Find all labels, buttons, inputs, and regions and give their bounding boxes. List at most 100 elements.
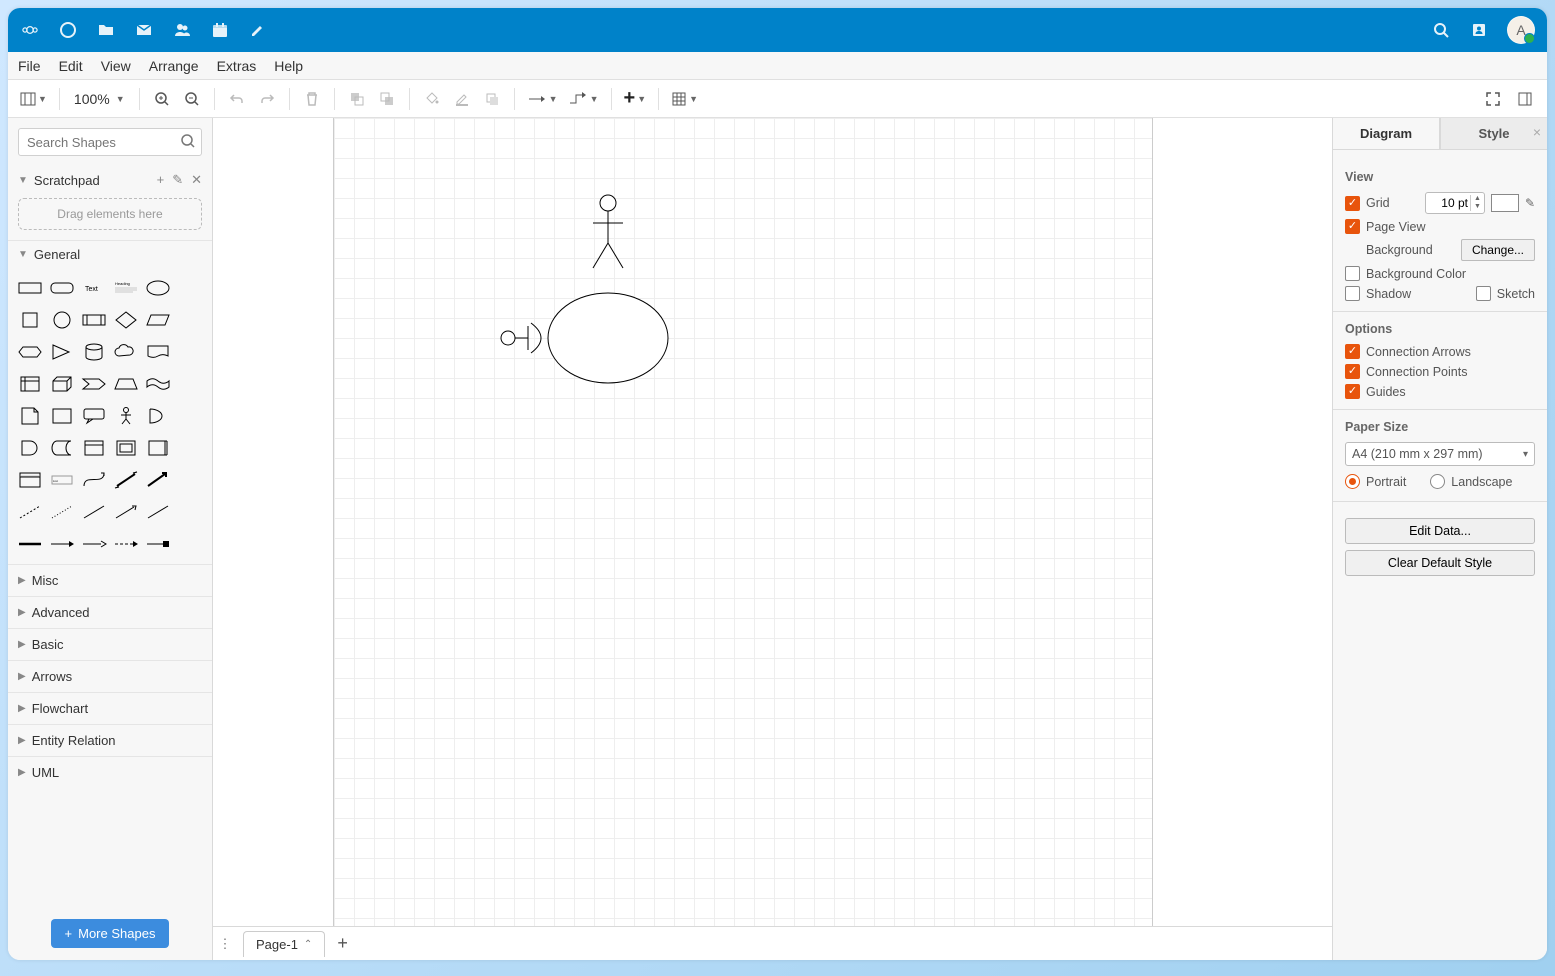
shape-rect[interactable]: [16, 274, 44, 302]
shape-parallelogram[interactable]: [144, 306, 172, 334]
shape-blank7[interactable]: [176, 466, 204, 494]
calendar-icon[interactable]: [210, 20, 230, 40]
shape-frame[interactable]: [112, 434, 140, 462]
close-panel-icon[interactable]: ×: [1533, 124, 1541, 140]
change-background-button[interactable]: Change...: [1461, 239, 1535, 261]
menu-arrange[interactable]: Arrange: [149, 58, 199, 74]
general-header[interactable]: ▼General: [8, 240, 212, 268]
menu-extras[interactable]: Extras: [217, 58, 257, 74]
pages-menu-icon[interactable]: ⋮: [213, 936, 237, 952]
shape-blank3[interactable]: [176, 338, 204, 366]
shape-rounded-rect[interactable]: [48, 274, 76, 302]
shape-hlist[interactable]: List: [48, 466, 76, 494]
zoom-in-icon[interactable]: [148, 85, 176, 113]
shape-textbox[interactable]: Heading: [112, 274, 140, 302]
shape-square[interactable]: [16, 306, 44, 334]
shape-actor[interactable]: [112, 402, 140, 430]
shape-circle[interactable]: [48, 306, 76, 334]
category-flowchart[interactable]: ▶Flowchart: [8, 692, 212, 724]
shape-process[interactable]: [80, 306, 108, 334]
zoom-level[interactable]: 100%▼: [68, 91, 131, 107]
redo-icon[interactable]: [253, 85, 281, 113]
shape-dotted-line[interactable]: [48, 498, 76, 526]
paper-size-select[interactable]: A4 (210 mm x 297 mm)▾: [1345, 442, 1535, 466]
shape-line-arrow[interactable]: [112, 498, 140, 526]
scratchpad-header[interactable]: ▼Scratchpad +✎✕: [8, 166, 212, 194]
to-back-icon[interactable]: [373, 85, 401, 113]
shape-conn1[interactable]: [48, 530, 76, 558]
shape-conn3[interactable]: [112, 530, 140, 558]
shape-step[interactable]: [80, 370, 108, 398]
edit-icon[interactable]: ✎: [172, 172, 183, 188]
page-tab[interactable]: Page-1⌃: [243, 931, 325, 957]
menu-file[interactable]: File: [18, 58, 41, 74]
shape-line[interactable]: [80, 498, 108, 526]
shape-dashed-line[interactable]: [16, 498, 44, 526]
category-misc[interactable]: ▶Misc: [8, 564, 212, 596]
shape-blank2[interactable]: [176, 306, 204, 334]
menu-edit[interactable]: Edit: [59, 58, 83, 74]
edit-icon[interactable]: [248, 20, 268, 40]
shape-conn4[interactable]: [144, 530, 172, 558]
undo-icon[interactable]: [223, 85, 251, 113]
sketch-checkbox[interactable]: [1476, 286, 1491, 301]
grid-checkbox[interactable]: [1345, 196, 1360, 211]
contacts-icon[interactable]: [172, 20, 192, 40]
shape-callout[interactable]: [80, 402, 108, 430]
guides-checkbox[interactable]: [1345, 384, 1360, 399]
shape-hexagon[interactable]: [16, 338, 44, 366]
shape-thick-line[interactable]: [16, 530, 44, 558]
canvas[interactable]: ⋮ Page-1⌃ +: [213, 118, 1332, 960]
fullscreen-icon[interactable]: [1479, 85, 1507, 113]
table-dropdown[interactable]: ▼: [667, 85, 702, 113]
shape-blank5[interactable]: [176, 402, 204, 430]
search-shapes-input[interactable]: [18, 128, 202, 156]
shape-blank4[interactable]: [176, 370, 204, 398]
shape-list[interactable]: [16, 466, 44, 494]
shape-card[interactable]: [48, 402, 76, 430]
tab-diagram[interactable]: Diagram: [1333, 118, 1440, 149]
shape-note[interactable]: [16, 402, 44, 430]
shape-and[interactable]: [16, 434, 44, 462]
view-dropdown[interactable]: ▼: [16, 85, 51, 113]
shape-blank9[interactable]: [176, 530, 204, 558]
add-page-button[interactable]: +: [337, 933, 348, 954]
landscape-radio[interactable]: [1430, 474, 1445, 489]
shape-conn2[interactable]: [80, 530, 108, 558]
nextcloud-logo-icon[interactable]: [20, 20, 40, 40]
shadow-checkbox[interactable]: [1345, 286, 1360, 301]
shape-dblrect[interactable]: [144, 434, 172, 462]
tab-style[interactable]: Style: [1440, 118, 1547, 149]
connection-dropdown[interactable]: ▼: [523, 85, 562, 113]
more-shapes-button[interactable]: +More Shapes: [51, 919, 170, 948]
shape-ellipse[interactable]: [144, 274, 172, 302]
shape-or[interactable]: [144, 402, 172, 430]
category-uml[interactable]: ▶UML: [8, 756, 212, 788]
search-icon[interactable]: [180, 133, 196, 152]
shape-cylinder[interactable]: [80, 338, 108, 366]
shape-data-storage[interactable]: [48, 434, 76, 462]
shape-cube[interactable]: [48, 370, 76, 398]
shape-blank8[interactable]: [176, 498, 204, 526]
scratchpad-dropzone[interactable]: Drag elements here: [18, 198, 202, 230]
shape-curve[interactable]: [80, 466, 108, 494]
menu-help[interactable]: Help: [274, 58, 303, 74]
menu-view[interactable]: View: [101, 58, 131, 74]
shape-blank6[interactable]: [176, 434, 204, 462]
conn-arrows-checkbox[interactable]: [1345, 344, 1360, 359]
shape-internal-storage[interactable]: [16, 370, 44, 398]
to-front-icon[interactable]: [343, 85, 371, 113]
grid-size-input[interactable]: ▲▼: [1425, 192, 1485, 214]
waypoints-dropdown[interactable]: ▼: [564, 85, 603, 113]
shape-document[interactable]: [144, 338, 172, 366]
shape-blank[interactable]: [176, 274, 204, 302]
avatar[interactable]: A: [1507, 16, 1535, 44]
mail-icon[interactable]: [134, 20, 154, 40]
shape-arrow[interactable]: [144, 466, 172, 494]
fill-color-icon[interactable]: [418, 85, 446, 113]
pageview-checkbox[interactable]: [1345, 219, 1360, 234]
conn-points-checkbox[interactable]: [1345, 364, 1360, 379]
shape-trapezoid[interactable]: [112, 370, 140, 398]
shape-bidir-arrow[interactable]: [112, 466, 140, 494]
dashboard-icon[interactable]: [58, 20, 78, 40]
